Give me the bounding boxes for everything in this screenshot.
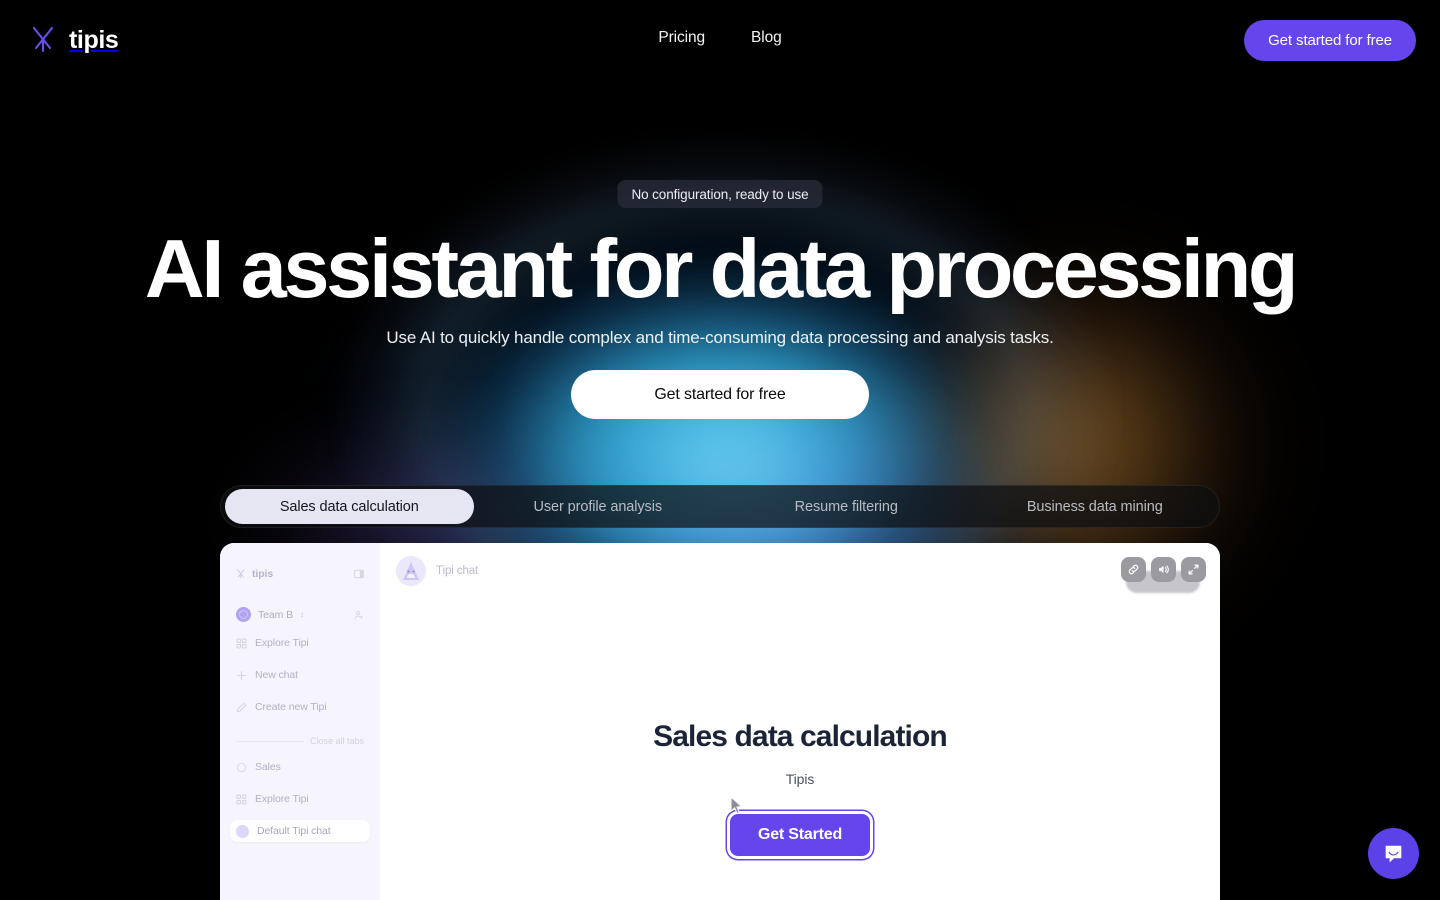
hero-title: AI assistant for data processing — [144, 222, 1299, 315]
app-preview-card: tipis Team B ↕ Explore Tipi New chat Cre… — [220, 543, 1220, 900]
chevron-updown-icon: ↕ — [300, 609, 304, 619]
preview-empty-state: Sales data calculation Tipis Get Started — [380, 719, 1220, 856]
sidebar-tab-label: Default Tipi chat — [257, 825, 331, 837]
tipi-avatar-icon — [396, 556, 426, 586]
divider-line — [236, 740, 304, 742]
preview-controls — [1121, 557, 1206, 582]
sound-toggle-button[interactable] — [1151, 557, 1176, 582]
sidebar-item-label: New chat — [255, 669, 298, 681]
preview-chat-title: Tipi chat — [436, 565, 479, 577]
copy-link-button[interactable] — [1121, 557, 1146, 582]
sidebar-item-label: Create new Tipi — [255, 701, 327, 713]
hero-badge: No configuration, ready to use — [617, 180, 823, 208]
sidebar-close-all-tabs[interactable]: Close all tabs — [230, 736, 370, 746]
tab-user-profile-analysis[interactable]: User profile analysis — [474, 489, 723, 524]
sidebar-item-explore-tipi[interactable]: Explore Tipi — [230, 632, 370, 654]
team-avatar — [236, 607, 251, 622]
preview-sidebar-brand: tipis — [230, 557, 370, 585]
speaker-icon — [1159, 565, 1169, 574]
avatar-icon — [236, 824, 249, 838]
preview-get-started-button[interactable]: Get Started — [729, 814, 871, 856]
tab-sales-data-calculation[interactable]: Sales data calculation — [225, 489, 474, 524]
add-user-icon[interactable] — [354, 610, 364, 620]
use-case-tabbar: Sales data calculation User profile anal… — [220, 485, 1220, 528]
tab-resume-filtering[interactable]: Resume filtering — [722, 489, 971, 524]
grid-icon — [236, 793, 247, 805]
sidebar-item-new-chat[interactable]: New chat — [230, 664, 370, 686]
sidebar-tab-sales[interactable]: Sales — [230, 756, 370, 778]
sidebar-toggle-icon[interactable] — [354, 569, 364, 579]
plus-icon — [236, 670, 247, 680]
preview-sidebar-brand-name: tipis — [252, 567, 274, 580]
preview-empty-title: Sales data calculation — [653, 720, 948, 753]
sidebar-tab-explore-tipi[interactable]: Explore Tipi — [230, 788, 370, 810]
sidebar-item-label: Explore Tipi — [255, 637, 309, 649]
circle-icon — [236, 762, 247, 772]
pencil-icon — [236, 702, 247, 712]
preview-main: Tipi chat Sales data calculation Tipis G… — [380, 543, 1220, 900]
site-header: tipis Pricing Blog Get started for free — [0, 0, 1440, 80]
chat-bubble-icon — [1385, 845, 1402, 863]
grid-icon — [236, 637, 247, 649]
link-icon — [1128, 564, 1139, 575]
preview-topbar: Tipi chat — [380, 543, 1220, 599]
team-glyph-icon — [239, 610, 248, 619]
preview-empty-subtitle: Tipis — [785, 771, 815, 787]
preview-team-name: Team B — [258, 608, 293, 621]
preview-team-switcher[interactable]: Team B ↕ — [230, 607, 370, 622]
sidebar-tab-default-tipi-chat[interactable]: Default Tipi chat — [230, 820, 370, 842]
preview-sidebar: tipis Team B ↕ Explore Tipi New chat Cre… — [220, 543, 380, 900]
tipi-logo-icon — [236, 568, 245, 579]
sidebar-tab-label: Explore Tipi — [255, 793, 309, 805]
hero-subtitle: Use AI to quickly handle complex and tim… — [386, 328, 1054, 347]
hero-get-started-button[interactable]: Get started for free — [571, 370, 869, 419]
expand-icon — [1188, 564, 1199, 575]
nav-item-blog[interactable]: Blog — [749, 28, 784, 48]
chat-launcher-button[interactable] — [1368, 828, 1419, 879]
tipi-avatar-glyph — [396, 556, 426, 586]
sidebar-tab-label: Sales — [255, 761, 281, 773]
main-nav: Pricing Blog — [0, 28, 1440, 48]
header-get-started-button[interactable]: Get started for free — [1244, 20, 1416, 61]
fullscreen-button[interactable] — [1181, 557, 1206, 582]
sidebar-item-create-new-tipi[interactable]: Create new Tipi — [230, 696, 370, 718]
tab-business-data-mining[interactable]: Business data mining — [971, 489, 1220, 524]
close-all-tabs-label: Close all tabs — [309, 736, 364, 746]
nav-item-pricing[interactable]: Pricing — [656, 28, 707, 48]
